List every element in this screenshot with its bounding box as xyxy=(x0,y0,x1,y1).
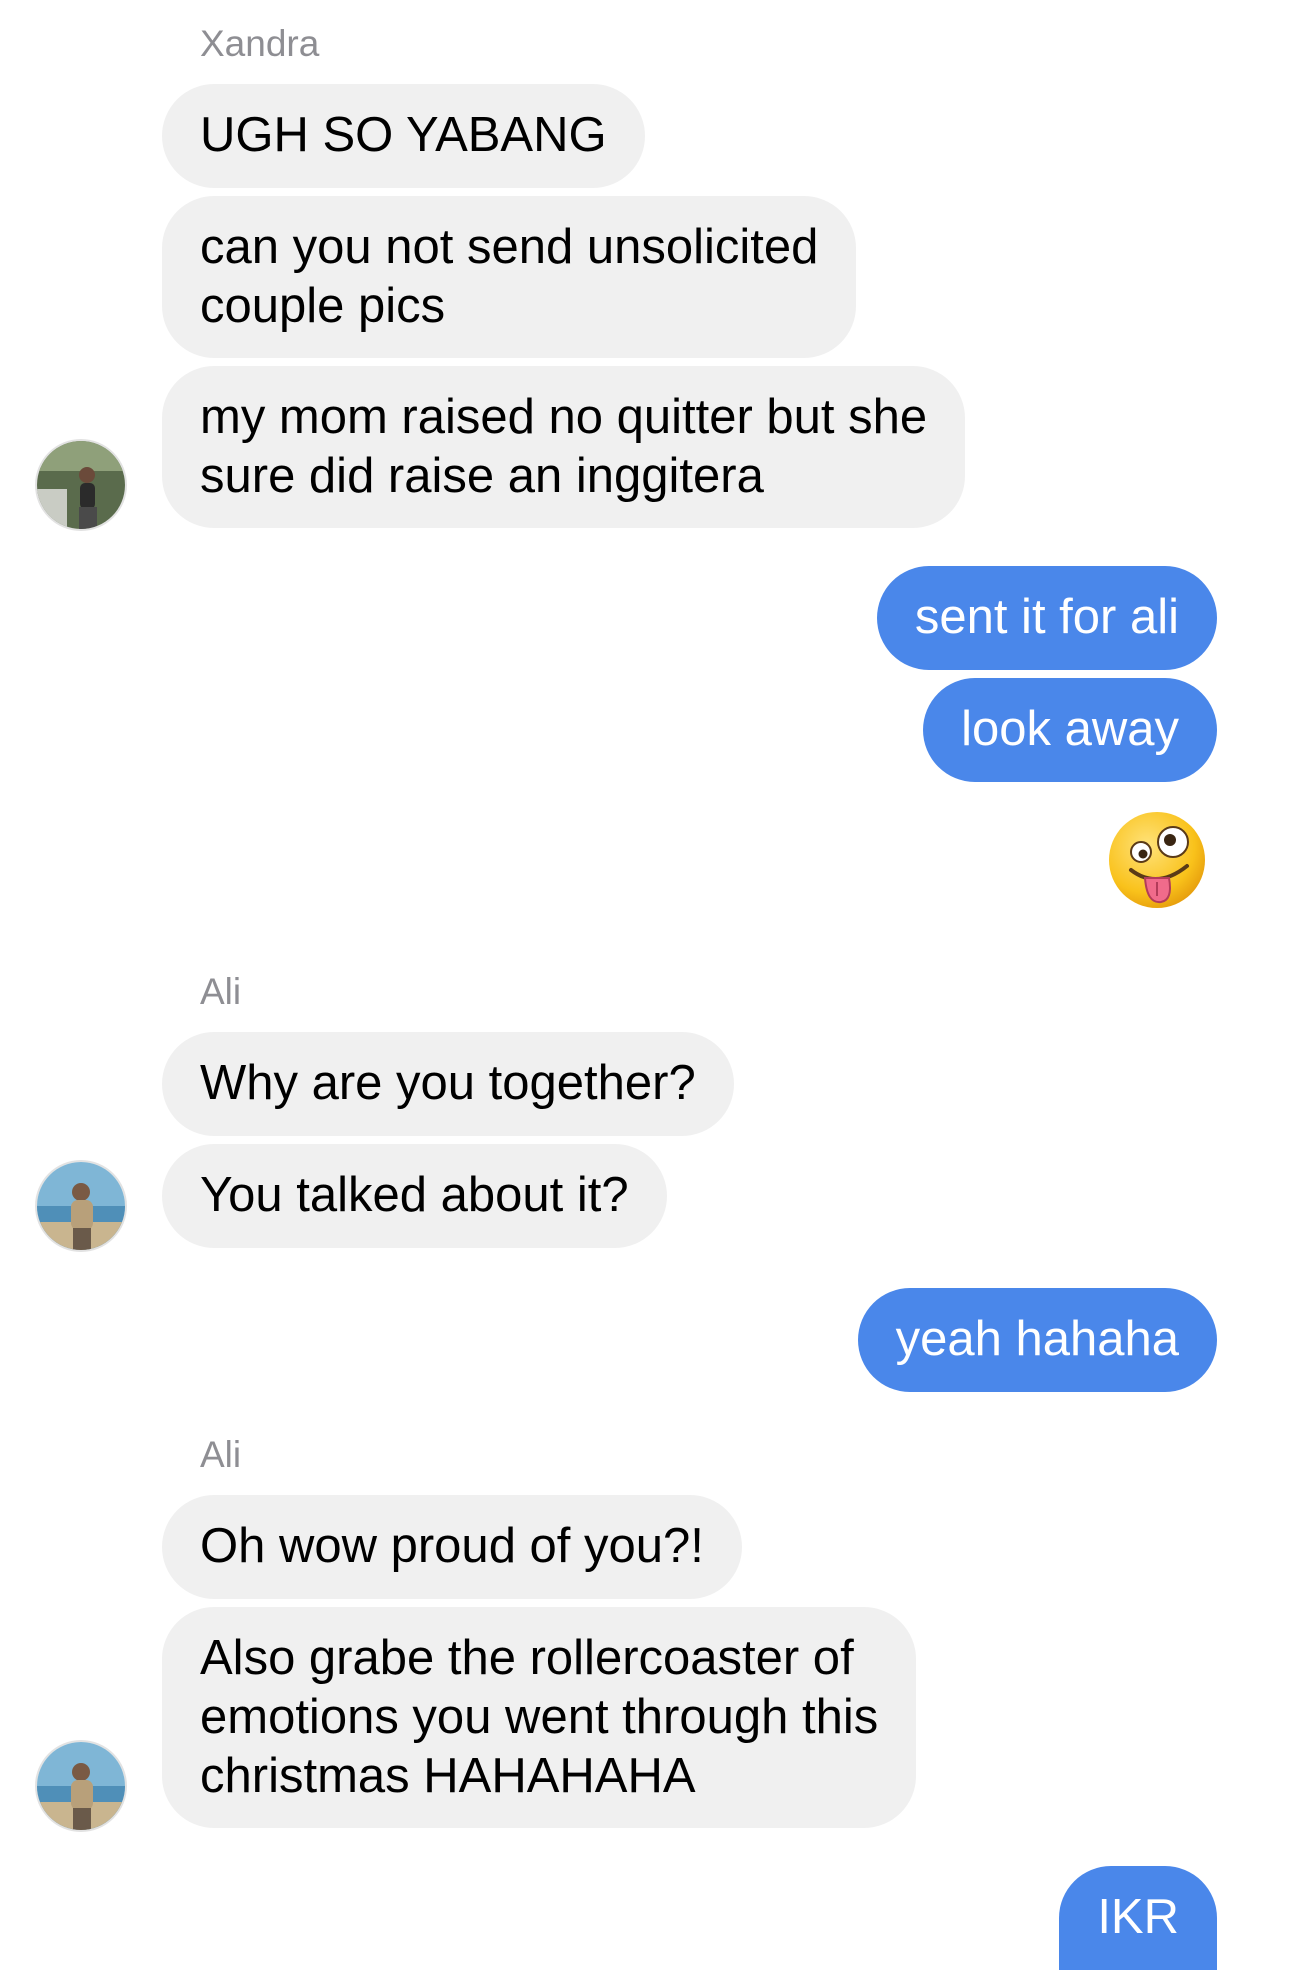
sender-name: Xandra xyxy=(200,23,320,64)
avatar[interactable] xyxy=(37,1742,125,1830)
message-bubble-incoming[interactable]: Why are you together? xyxy=(162,1032,734,1136)
avatar-photo-icon xyxy=(37,1742,125,1830)
emoji-message[interactable] xyxy=(1105,808,1209,912)
message-bubble-outgoing[interactable]: yeah hahaha xyxy=(857,1288,1217,1392)
message-bubble-incoming[interactable]: my mom raised no quitter but she sure di… xyxy=(162,366,966,528)
avatar-photo-icon xyxy=(37,441,125,529)
message-bubble-incoming[interactable]: UGH SO YABANG xyxy=(162,84,645,188)
message-bubble-outgoing[interactable]: sent it for ali xyxy=(876,566,1217,670)
avatar[interactable] xyxy=(37,441,125,529)
message-thread[interactable]: Xandra UGH SO YABANG can you not send un… xyxy=(0,0,1289,1970)
message-bubble-outgoing[interactable]: IKR xyxy=(1059,1866,1217,1970)
message-bubble-incoming[interactable]: You talked about it? xyxy=(162,1144,667,1248)
message-bubble-incoming[interactable]: Also grabe the rollercoaster of emotions… xyxy=(162,1607,917,1828)
sender-name: Ali xyxy=(200,971,242,1012)
sender-name: Ali xyxy=(200,1434,242,1475)
avatar-photo-icon xyxy=(37,1162,125,1250)
zany-face-icon xyxy=(1109,812,1205,908)
message-bubble-incoming[interactable]: Oh wow proud of you?! xyxy=(162,1495,742,1599)
avatar[interactable] xyxy=(37,1162,125,1250)
message-bubble-incoming[interactable]: can you not send unsolicited couple pics xyxy=(162,196,857,358)
message-bubble-outgoing[interactable]: look away xyxy=(923,678,1217,782)
